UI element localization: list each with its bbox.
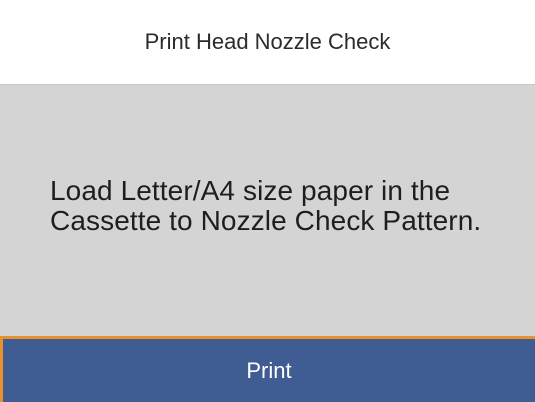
print-button[interactable]: Print	[0, 336, 535, 402]
instruction-message: Load Letter/A4 size paper in the Cassett…	[50, 175, 482, 236]
screen-title: Print Head Nozzle Check	[144, 29, 391, 54]
nozzle-check-screen: Print Head Nozzle Check Load Letter/A4 s…	[0, 0, 535, 402]
print-button-label: Print	[246, 357, 292, 383]
message-area: Load Letter/A4 size paper in the Cassett…	[0, 84, 535, 336]
screen-header: Print Head Nozzle Check	[0, 0, 535, 84]
